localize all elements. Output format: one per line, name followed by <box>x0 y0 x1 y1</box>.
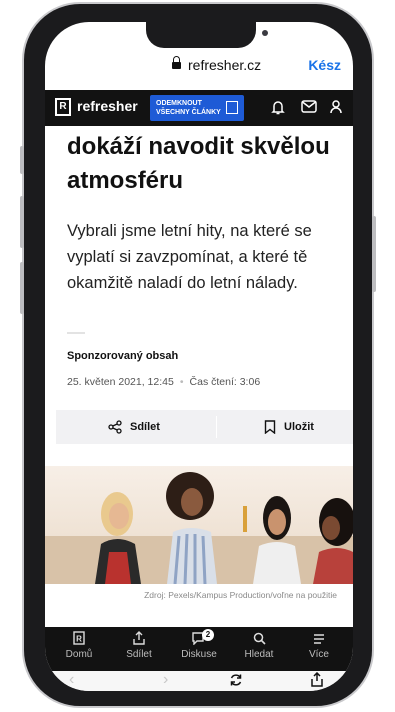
bookmark-icon <box>264 420 276 435</box>
tab-home[interactable]: R Domů <box>54 631 104 660</box>
bottle <box>243 506 247 532</box>
share-icon <box>114 631 164 649</box>
save-button[interactable]: Uložit <box>264 410 314 444</box>
article-meta: 25. květen 2021, 12:45 • Čas čtení: 3:06 <box>67 376 260 388</box>
search-icon <box>234 631 284 649</box>
article-date: 25. květen 2021, 12:45 <box>67 376 174 388</box>
mute-switch <box>20 146 24 174</box>
mail-icon[interactable] <box>301 100 317 117</box>
unlock-articles-button[interactable]: ODEMKNOUT VŠECHNY ČLÁNKY <box>150 95 244 121</box>
article-lead: Vybrali jsme letní hity, na které se vyp… <box>67 222 312 292</box>
camera-icon <box>262 30 268 36</box>
volume-down-button <box>20 262 24 314</box>
article-actions: Sdílet Uložit <box>56 410 353 444</box>
back-icon[interactable]: ‹ <box>69 671 74 689</box>
screen: refresher.cz Kész R refresher ODEMKNOUT … <box>45 22 353 691</box>
tab-share[interactable]: Sdílet <box>114 631 164 660</box>
tab-discussion[interactable]: 2 Diskuse <box>174 629 224 660</box>
share-button[interactable]: Sdílet <box>108 410 160 444</box>
comment-count-badge: 2 <box>202 629 214 641</box>
unlock-line-1: ODEMKNOUT <box>156 100 202 107</box>
tab-label-discussion: Diskuse <box>181 649 217 660</box>
forward-icon[interactable]: › <box>163 671 168 689</box>
friends-photo-illustration <box>45 472 353 584</box>
volume-up-button <box>20 196 24 248</box>
logo-mark[interactable]: R <box>55 98 71 116</box>
tab-search[interactable]: Hledat <box>234 631 284 660</box>
lock-icon <box>172 56 181 69</box>
photo-caption: Zdroj: Pexels/Kampus Production/voľne na… <box>144 590 337 600</box>
save-label: Uložit <box>284 421 314 433</box>
logo-text[interactable]: refresher <box>77 98 138 114</box>
menu-icon <box>294 631 344 649</box>
tab-label-search: Hledat <box>244 649 274 660</box>
divider <box>67 332 85 334</box>
meta-separator: • <box>179 376 184 388</box>
home-icon: R <box>54 631 104 649</box>
article-headline: dokáží navodit skvělou atmosféru <box>67 133 330 194</box>
reload-icon[interactable] <box>229 673 243 691</box>
unlock-line-2: VŠECHNY ČLÁNKY <box>156 109 221 116</box>
bottom-tab-bar: R Domů Sdílet 2 Diskuse Hledat Více <box>45 627 353 671</box>
article-icon <box>226 101 238 114</box>
person-2 <box>166 472 217 584</box>
comment-icon <box>174 631 224 649</box>
sponsored-label: Sponzorovaný obsah <box>67 350 179 362</box>
share-label: Sdílet <box>130 421 160 433</box>
share-nodes-icon <box>108 420 122 434</box>
user-icon[interactable] <box>330 100 342 118</box>
article-photo <box>45 466 353 584</box>
svg-text:R: R <box>76 635 82 644</box>
url-text[interactable]: refresher.cz <box>188 57 261 73</box>
share-sheet-icon[interactable] <box>311 671 323 691</box>
read-time: Čas čtení: 3:06 <box>189 376 261 388</box>
tab-more[interactable]: Více <box>294 631 344 660</box>
power-button <box>372 216 376 292</box>
bell-icon[interactable] <box>271 100 285 119</box>
done-button[interactable]: Kész <box>308 57 341 73</box>
actions-divider <box>216 416 217 438</box>
site-header: R refresher ODEMKNOUT VŠECHNY ČLÁNKY <box>45 90 353 126</box>
tab-label-home: Domů <box>65 649 93 660</box>
notch <box>146 22 268 48</box>
browser-toolbar: ‹ › <box>45 671 353 691</box>
tab-label-share: Sdílet <box>126 649 152 660</box>
tab-label-more: Více <box>308 649 329 660</box>
